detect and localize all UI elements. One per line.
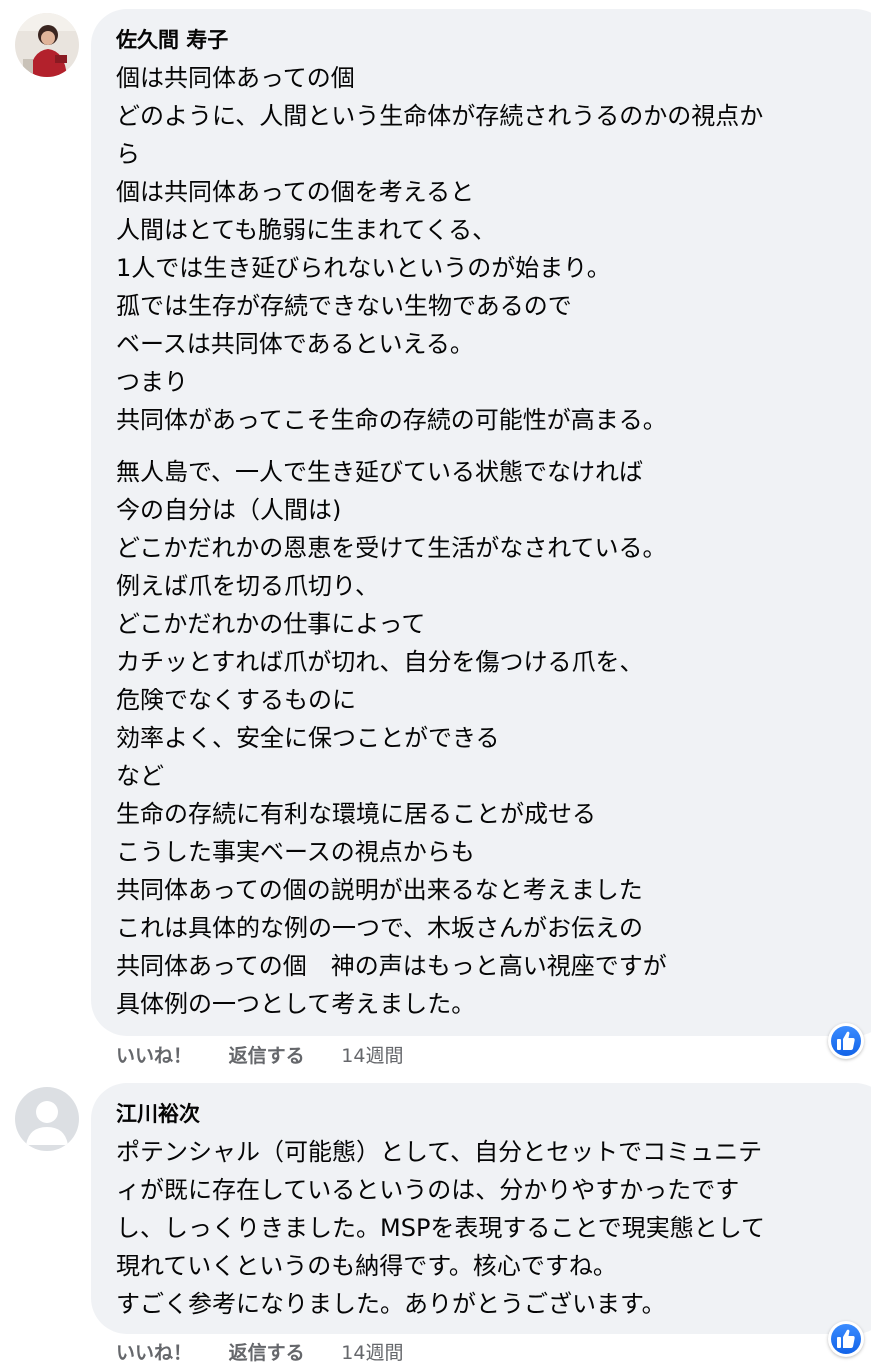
like-link[interactable]: いいね！ [116, 1044, 192, 1068]
comment-text-line: どのように、人間という生命体が存続されうるのかの視点か [116, 102, 764, 130]
comment-text-line: つまり [116, 368, 188, 396]
comment-text-line: どこかだれかの恩恵を受けて生活がなされている。 [116, 534, 667, 562]
comment-text-line: 効率よく、安全に保つことができる [116, 724, 500, 752]
profile-photo [15, 13, 79, 77]
comment-text-line: 人間はとても脆弱に生まれてくる、 [116, 216, 497, 244]
comment-text-line: 共同体があってこそ生命の存続の可能性が高まる。 [116, 406, 667, 434]
comment-author[interactable]: 佐久間 寿子 [116, 27, 871, 53]
default-avatar-icon [15, 1087, 79, 1151]
comment-text-line: ベースは共同体であるといえる。 [116, 330, 474, 358]
comment-bubble: 江川裕次 ポテンシャル（可能態）として、自分とセットでコミュニテ ィが既に存在して… [91, 1083, 871, 1334]
reaction-badge[interactable] [828, 1023, 864, 1059]
comment-text-line: すごく参考になりました。ありがとうございます。 [116, 1290, 666, 1318]
comment-text-line: ポテンシャル（可能態）として、自分とセットでコミュニテ [116, 1138, 763, 1166]
comment-text-line: カチッとすれば爪が切れ、自分を傷つける爪を、 [116, 648, 644, 676]
reply-link[interactable]: 返信する [229, 1044, 305, 1068]
comment-text-line: これは具体的な例の一つで、木坂さんがお伝えの [116, 914, 644, 942]
comment-actions: いいね！ 返信する 14週間 [116, 1341, 433, 1365]
comment-text-line: し、しっくりきました。MSPを表現することで現実態として [116, 1214, 765, 1242]
timestamp-link[interactable]: 14週間 [341, 1044, 403, 1068]
comment-bubble: 佐久間 寿子 個は共同体あっての個どのように、人間という生命体が存続されうるのか… [91, 9, 871, 1036]
comment-text-line: 具体例の一つとして考えました。 [116, 990, 476, 1018]
comment-text-line: 生命の存続に有利な環境に居ることが成せる [116, 800, 596, 828]
avatar[interactable] [15, 1087, 79, 1151]
reaction-badge[interactable] [828, 1321, 864, 1357]
comment-text-line: 例えば爪を切る爪切り、 [116, 572, 380, 600]
comment-actions: いいね！ 返信する 14週間 [116, 1044, 433, 1068]
comment-text-line: ら [116, 140, 140, 168]
like-link[interactable]: いいね！ [116, 1341, 192, 1365]
comment-text-line: 個は共同体あっての個 [116, 64, 355, 92]
comment-text-line: ィが既に存在しているというのは、分かりやすかったです [116, 1176, 740, 1204]
comment-text-line: 1人では生き延びられないというのが始まり。 [116, 254, 611, 282]
comment-text-line: など [116, 762, 164, 790]
comment-body: ポテンシャル（可能態）として、自分とセットでコミュニテ ィが既に存在しているという… [116, 1133, 871, 1323]
comment-text-line: どこかだれかの仕事によって [116, 610, 426, 638]
reaction-circle [831, 1026, 861, 1056]
comment-text-line: 今の自分は（人間は) [116, 496, 342, 524]
avatar[interactable] [15, 13, 79, 77]
thumbs-up-icon [837, 1031, 855, 1050]
comment-text-line: 無人島で、一人で生き延びている状態でなければ [116, 458, 644, 486]
comment-text-line: こうした事実ベースの視点からも [116, 838, 475, 866]
reply-link[interactable]: 返信する [229, 1341, 305, 1365]
comment-author[interactable]: 江川裕次 [116, 1101, 871, 1127]
comment-text-line: 共同体あっての個 神の声はもっと高い視座ですが [116, 952, 667, 980]
comment-text-line: 現れていくというのも納得です。核心ですね。 [116, 1252, 617, 1280]
thumbs-up-icon [837, 1329, 855, 1348]
comment-body: 個は共同体あっての個どのように、人間という生命体が存続されうるのかの視点から個は… [116, 59, 871, 1023]
comment-paragraph: 個は共同体あっての個どのように、人間という生命体が存続されうるのかの視点から個は… [116, 59, 871, 439]
reaction-circle [831, 1324, 861, 1354]
comment-paragraph: 無人島で、一人で生き延びている状態でなければ 今の自分は（人間は) どこかだれかの恩… [116, 453, 871, 1023]
timestamp-link[interactable]: 14週間 [341, 1341, 403, 1365]
comment-text-line: 孤では生存が存続できない生物であるので [116, 292, 572, 320]
comment-text-line: 危険でなくするものに [116, 686, 356, 714]
comment-text-line: 個は共同体あっての個を考えると [116, 178, 475, 206]
comment-text-line: 共同体あっての個の説明が出来るなと考えました [116, 876, 643, 904]
